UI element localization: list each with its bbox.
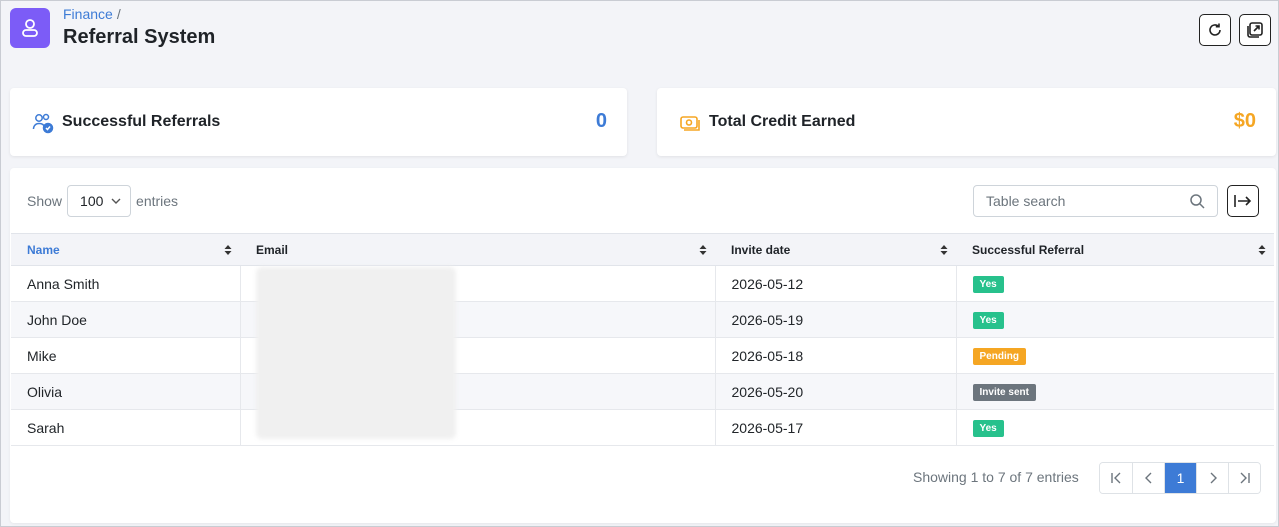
status-badge: Pending [972, 348, 1026, 365]
table-row[interactable]: Anna Smith 2026-05-12 Yes [11, 265, 1274, 302]
show-label: Show [27, 193, 63, 209]
referrals-table: Name Email Invite date Successful Referr… [11, 233, 1274, 446]
cell-invite-date: 2026-05-17 [714, 409, 956, 446]
user-icon [10, 8, 50, 48]
status-badge: Invite sent [972, 384, 1036, 401]
chevron-left-icon [1144, 472, 1151, 484]
last-page-button[interactable] [1228, 463, 1260, 493]
breadcrumb: Finance / [63, 6, 121, 22]
successful-referrals-label: Successful Referrals [62, 113, 221, 130]
cell-invite-date: 2026-05-20 [714, 373, 956, 410]
cell-name: Anna Smith [11, 265, 240, 302]
total-credit-label: Total Credit Earned [709, 113, 856, 130]
sort-icon [1258, 245, 1266, 255]
cell-invite-date: 2026-05-18 [714, 337, 956, 374]
cell-name: Olivia [11, 373, 240, 410]
page-size-select[interactable]: 100 [67, 185, 132, 217]
cell-status: Yes [955, 265, 1274, 302]
table-info: Showing 1 to 7 of 7 entries [913, 469, 1079, 485]
page-button-current[interactable]: 1 [1164, 463, 1196, 493]
first-page-button[interactable] [1100, 463, 1132, 493]
total-credit-value: $0 [1233, 110, 1256, 132]
money-icon [680, 116, 700, 131]
last-page-icon [1240, 472, 1250, 484]
first-page-icon [1111, 472, 1121, 484]
cell-status: Invite sent [955, 373, 1274, 410]
cell-name: Sarah [11, 409, 240, 446]
cell-invite-date: 2026-05-12 [714, 265, 956, 302]
chevron-right-icon [1210, 472, 1217, 484]
search-placeholder: Table search [986, 193, 1066, 209]
export-button[interactable] [1227, 185, 1259, 217]
successful-referrals-card: Successful Referrals 0 [10, 88, 627, 156]
page-header: Finance / Referral System [10, 6, 1278, 66]
chevron-down-icon [111, 198, 121, 204]
previous-page-button[interactable] [1132, 463, 1164, 493]
status-badge: Yes [972, 420, 1004, 437]
refresh-button[interactable] [1199, 14, 1231, 46]
table-row[interactable]: Mike 2026-05-18 Pending [11, 337, 1274, 374]
column-header-name[interactable]: Name [11, 233, 240, 266]
table-row[interactable]: John Doe 2026-05-19 Yes [11, 301, 1274, 338]
cell-status: Yes [955, 301, 1274, 338]
next-page-button[interactable] [1196, 463, 1228, 493]
refresh-icon [1209, 23, 1221, 36]
users-check-icon [32, 113, 54, 134]
sort-icon [699, 245, 707, 255]
cell-name: John Doe [11, 301, 240, 338]
table-row[interactable]: Sarah 2026-05-17 Yes [11, 409, 1274, 446]
breadcrumb-finance[interactable]: Finance [63, 6, 113, 22]
breadcrumb-separator: / [116, 6, 121, 22]
cell-status: Yes [955, 409, 1274, 446]
table-search-input[interactable]: Table search [973, 185, 1218, 217]
page-size-control: Show 100 entries [27, 185, 178, 217]
status-badge: Yes [972, 276, 1004, 293]
table-row[interactable]: Olivia 2026-05-20 Invite sent [11, 373, 1274, 410]
entries-label: entries [136, 193, 179, 209]
sort-icon [940, 245, 948, 255]
column-header-invite-date[interactable]: Invite date [715, 233, 956, 266]
page-title: Referral System [63, 26, 216, 48]
sort-icon [224, 245, 232, 255]
page-size-value: 100 [80, 193, 104, 209]
column-header-successful-referral[interactable]: Successful Referral [956, 233, 1274, 266]
cell-name: Mike [11, 337, 240, 374]
cell-invite-date: 2026-05-19 [714, 301, 956, 338]
status-badge: Yes [972, 312, 1004, 329]
total-credit-card: Total Credit Earned $0 [657, 88, 1276, 156]
search-icon [1190, 194, 1205, 209]
arrow-right-bar-icon [1234, 195, 1252, 207]
external-window-icon [1247, 22, 1263, 38]
popout-button[interactable] [1239, 14, 1271, 46]
referrals-table-panel: Show 100 entries Table search Name Email [10, 168, 1276, 523]
cell-status: Pending [955, 337, 1274, 374]
column-header-email[interactable]: Email [240, 233, 715, 266]
pagination: 1 [1099, 462, 1261, 494]
redacted-email-overlay [256, 267, 456, 439]
successful-referrals-value: 0 [595, 110, 607, 132]
